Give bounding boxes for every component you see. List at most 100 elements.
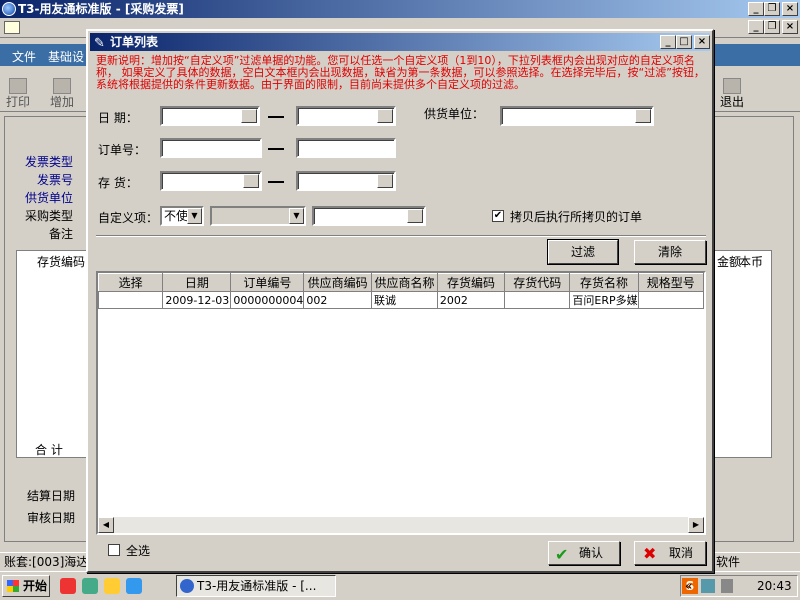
dialog-close-icon[interactable]: ×: [694, 35, 710, 49]
table-cell[interactable]: [504, 291, 571, 309]
label-supplier: 供货单位: [25, 191, 74, 205]
exit-button[interactable]: 退出: [718, 78, 746, 108]
mdi-close-icon[interactable]: ×: [782, 20, 798, 34]
tray-expand-icon[interactable]: «: [685, 576, 692, 596]
inventory-label: 存 货：: [98, 176, 138, 190]
column-header[interactable]: 供应商名称: [371, 273, 438, 292]
update-note: 更新说明：增加按“自定义项”过滤单据的功能。您可以任选一个自定义项（1到10），…: [96, 54, 705, 91]
inventory-to-input[interactable]: [296, 171, 396, 191]
status-right: 软件: [716, 555, 741, 569]
ie-icon[interactable]: [126, 578, 142, 594]
horizontal-scrollbar[interactable]: ◀ ▶: [98, 517, 704, 533]
order-table[interactable]: 选择 日期 订单编号 供应商编码 供应商名称 存货编码 存货代码 存货名称 规格型号 2009-…: [96, 271, 706, 535]
check-icon: ✔: [555, 545, 569, 564]
clock[interactable]: 20:43: [757, 576, 792, 596]
calendar-icon[interactable]: [241, 109, 257, 123]
column-header[interactable]: 选择: [97, 273, 164, 292]
select-all-checkbox[interactable]: [108, 544, 120, 556]
divider: [96, 235, 706, 237]
scroll-right-icon[interactable]: ▶: [688, 517, 704, 533]
add-icon: [53, 78, 71, 94]
search-icon[interactable]: [635, 109, 651, 123]
table-cell[interactable]: [637, 291, 705, 309]
mdi-restore-icon[interactable]: ❐: [764, 20, 780, 34]
print-button[interactable]: 打印: [4, 78, 32, 108]
column-header[interactable]: 订单编号: [230, 273, 305, 292]
restore-icon[interactable]: ❐: [764, 2, 780, 16]
column-header[interactable]: 存货编码: [436, 273, 506, 292]
inventory-from-input[interactable]: [160, 171, 262, 191]
column-header[interactable]: 存货名称: [569, 273, 639, 292]
inventory-dash: [268, 181, 284, 183]
dialog-minimize-icon[interactable]: _: [660, 35, 676, 49]
table-cell[interactable]: 百问ERP多媒: [569, 291, 639, 309]
table-cell[interactable]: 0000000004: [230, 291, 305, 309]
scroll-left-icon[interactable]: ◀: [98, 517, 114, 533]
total-label: 合 计: [35, 443, 63, 457]
add-button[interactable]: 增加: [48, 78, 76, 108]
label-purchase-type: 采购类型: [25, 209, 74, 223]
table-cell[interactable]: 2009-12-03: [162, 291, 232, 309]
custom-value-input[interactable]: [312, 206, 426, 226]
column-header[interactable]: 规格型号: [637, 273, 705, 292]
filter-button[interactable]: 过滤: [547, 239, 619, 265]
table-cell[interactable]: [97, 291, 164, 309]
search-icon[interactable]: [243, 174, 259, 188]
app-task-icon: [180, 579, 194, 593]
start-button[interactable]: 开始: [2, 575, 50, 597]
copy-checkbox[interactable]: ✔: [492, 210, 504, 222]
app-title: T3-用友通标准版 - [采购发票]: [18, 2, 184, 16]
column-header[interactable]: 供应商编码: [303, 273, 373, 292]
close-icon[interactable]: ×: [782, 2, 798, 16]
grid-header-amount: 金额: [717, 255, 742, 269]
date-to-input[interactable]: [296, 106, 396, 126]
minimize-icon[interactable]: _: [748, 2, 764, 16]
table-row[interactable]: 2009-12-03 0000000004 002 联诚 2002 百问ERP多媒: [97, 291, 705, 309]
select-all-label: 全选: [126, 544, 151, 558]
table-cell[interactable]: 联诚: [371, 291, 438, 309]
date-from-input[interactable]: [160, 106, 260, 126]
order-no-from-input[interactable]: [160, 138, 262, 158]
label-settle-date: 结算日期: [27, 489, 76, 503]
custom-name-select[interactable]: ▼: [210, 206, 306, 226]
network-icon[interactable]: [701, 579, 715, 593]
taskbar: 开始 T3-用友通标准版 - [... S « 20:43: [0, 571, 800, 600]
supplier-input[interactable]: [500, 106, 654, 126]
search-icon[interactable]: [377, 174, 393, 188]
dialog-title: 订单列表: [110, 35, 159, 49]
label-invoice-type: 发票类型: [25, 155, 74, 169]
menu-file[interactable]: 文件: [12, 48, 36, 65]
calendar-icon[interactable]: [377, 109, 393, 123]
qq-icon[interactable]: [104, 578, 120, 594]
order-no-to-input[interactable]: [296, 138, 396, 158]
search-icon[interactable]: [407, 209, 423, 223]
column-header[interactable]: 存货代码: [504, 273, 571, 292]
table-cell[interactable]: 2002: [436, 291, 506, 309]
quicklaunch-icon-1[interactable]: [60, 578, 76, 594]
volume-icon[interactable]: [721, 579, 733, 593]
table-cell[interactable]: 002: [303, 291, 373, 309]
label-invoice-no: 发票号: [37, 173, 74, 187]
order-list-dialog: ✎ 订单列表 _ □ × 更新说明：增加按“自定义项”过滤单据的功能。您可以任选…: [86, 29, 714, 573]
mdi-minimize-icon[interactable]: _: [748, 20, 764, 34]
column-header[interactable]: 日期: [162, 273, 232, 292]
menu-basic[interactable]: 基础设: [48, 48, 84, 65]
windows-logo-icon: [7, 580, 19, 592]
custom-select[interactable]: 不使 ▼: [160, 206, 204, 226]
task-button[interactable]: T3-用友通标准版 - [...: [176, 575, 336, 597]
label-audit-date: 审核日期: [27, 511, 76, 525]
chevron-down-icon: ▼: [289, 208, 304, 224]
order-grid[interactable]: 选择 日期 订单编号 供应商编码 供应商名称 存货编码 存货代码 存货名称 规格型号 2009-…: [97, 273, 705, 309]
label-remark: 备注: [49, 227, 74, 241]
chevron-down-icon: ▼: [187, 208, 202, 224]
status-account: 账套:[003]海达: [4, 555, 89, 569]
dialog-maximize-icon[interactable]: □: [676, 35, 692, 49]
app-icon: [2, 2, 16, 16]
ok-button[interactable]: ✔ 确认: [548, 541, 620, 565]
quicklaunch-icon-2[interactable]: [82, 578, 98, 594]
order-no-label: 订单号：: [98, 143, 147, 157]
grid-header-currency: 本币: [739, 255, 764, 269]
supplier-label: 供货单位：: [424, 107, 485, 121]
cancel-button[interactable]: ✖ 取消: [634, 541, 706, 565]
clear-button[interactable]: 清除: [634, 240, 706, 264]
